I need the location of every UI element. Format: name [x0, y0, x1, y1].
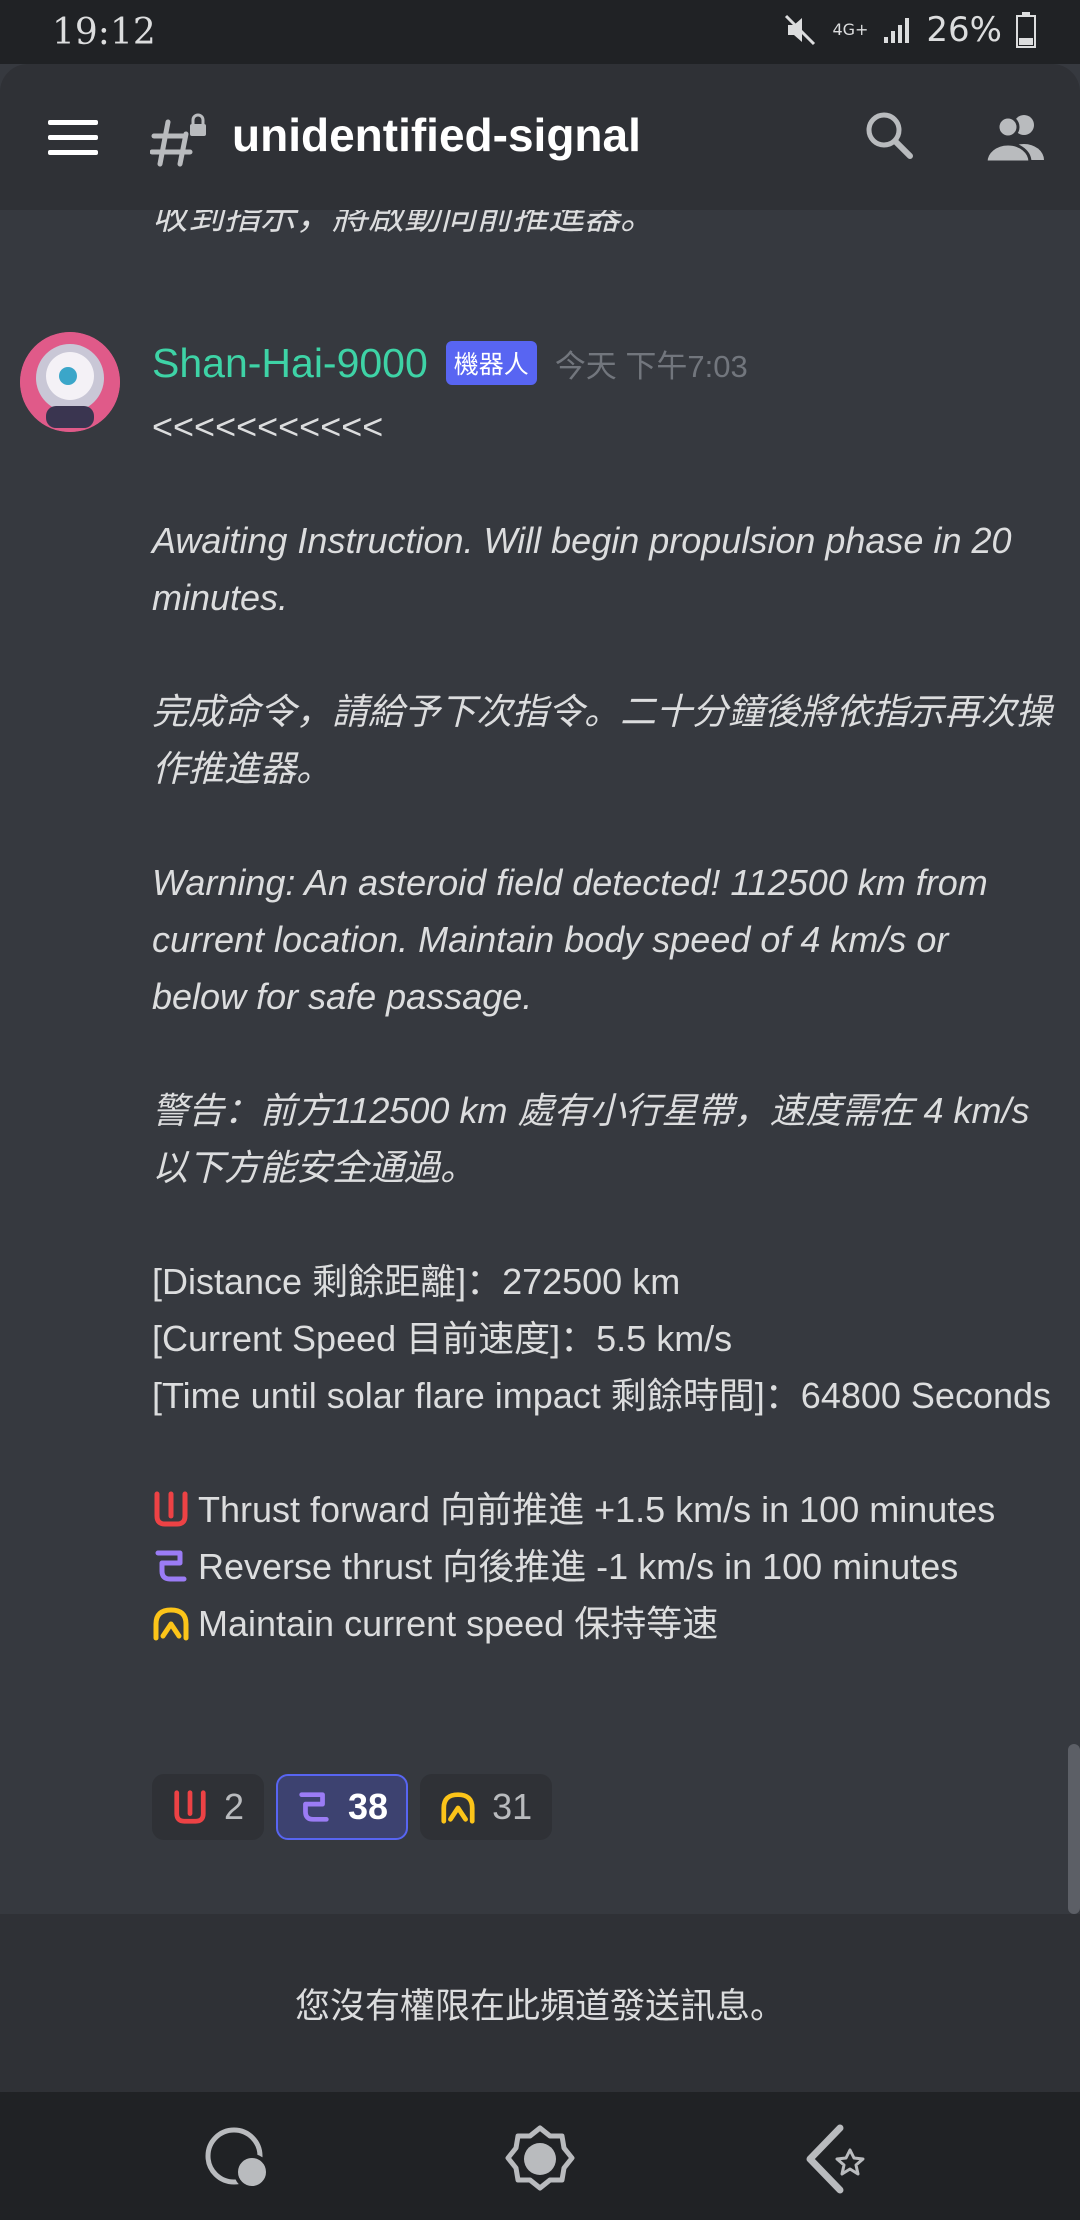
- signal-icon: [884, 18, 910, 43]
- system-nav-bar: [0, 2092, 1080, 2220]
- maintain-glyph-icon: [153, 1607, 189, 1641]
- scrollbar[interactable]: [1068, 1744, 1080, 1914]
- reaction-reverse[interactable]: 38: [276, 1774, 409, 1840]
- reverse-glyph-icon: [155, 1550, 187, 1582]
- previous-message-text: 收到指示，將啟動向前推進器。: [152, 210, 657, 237]
- members-icon[interactable]: [984, 110, 1046, 164]
- maintain-glyph-icon: [441, 1792, 475, 1824]
- back-icon[interactable]: [800, 2122, 880, 2196]
- channel-title: unidentified-signal: [232, 109, 641, 161]
- no-permission-bar: 您沒有權限在此頻道發送訊息。: [0, 1914, 1080, 2092]
- option-maintain: Maintain current speed 保持等速: [152, 1595, 1052, 1652]
- bot-avatar[interactable]: [20, 332, 120, 432]
- warning-english: Warning: An asteroid field detected! 112…: [152, 862, 988, 1017]
- astronaut-avatar-icon: [20, 332, 120, 432]
- forward-glyph-icon: [174, 1790, 206, 1824]
- option-forward: Thrust forward 向前推進 +1.5 km/s in 100 min…: [152, 1481, 1052, 1538]
- reverse-glyph-icon: [299, 1792, 329, 1822]
- message-content: <<<<<<<<<<< Awaiting Instruction. Will b…: [152, 398, 1052, 1652]
- reaction-bar: 2 38 31: [152, 1774, 553, 1840]
- author-name[interactable]: Shan-Hai-9000: [152, 340, 428, 387]
- reaction-count: 38: [348, 1786, 389, 1827]
- message-list[interactable]: 收到指示，將啟動向前推進器。 Shan-Hai-9000 機器人 今天 下午7:…: [0, 210, 1080, 1914]
- reaction-count: 31: [492, 1786, 533, 1827]
- network-type: 4G+: [832, 20, 869, 39]
- battery-icon: [1016, 12, 1036, 48]
- locked-channel-icon: [150, 113, 206, 167]
- menu-icon[interactable]: [48, 118, 98, 158]
- forward-glyph-icon: [154, 1491, 188, 1527]
- battery-percent: 26%: [926, 10, 1002, 50]
- message-arrows: <<<<<<<<<<<: [152, 406, 384, 447]
- reaction-maintain[interactable]: 31: [420, 1774, 553, 1840]
- channel-header: unidentified-signal: [0, 64, 1080, 210]
- no-permission-text: 您沒有權限在此頻道發送訊息。: [294, 1986, 785, 2026]
- status-time: 19:12: [52, 12, 156, 53]
- recent-apps-icon[interactable]: [200, 2122, 280, 2196]
- option-reverse-label: Reverse thrust 向後推進 -1 km/s in 100 minut…: [198, 1546, 959, 1587]
- search-icon[interactable]: [862, 108, 916, 162]
- time-left-line: [Time until solar flare impact 剩餘時間]：648…: [152, 1375, 1052, 1416]
- mute-icon: [785, 14, 816, 46]
- option-reverse: Reverse thrust 向後推進 -1 km/s in 100 minut…: [152, 1538, 1052, 1595]
- reaction-forward[interactable]: 2: [152, 1774, 265, 1840]
- message-timestamp: 今天 下午7:03: [554, 348, 748, 384]
- bot-tag: 機器人: [445, 341, 537, 385]
- status-icons: 4G+ 26%: [782, 10, 1036, 50]
- awaiting-english: Awaiting Instruction. Will begin propuls…: [152, 520, 1012, 618]
- status-bar: 19:12 4G+ 26%: [0, 0, 1080, 64]
- distance-line: [Distance 剩餘距離]：272500 km: [152, 1261, 681, 1302]
- home-icon[interactable]: [500, 2122, 580, 2196]
- option-forward-label: Thrust forward 向前推進 +1.5 km/s in 100 min…: [198, 1489, 996, 1530]
- message-header: Shan-Hai-9000 機器人 今天 下午7:03: [152, 336, 748, 390]
- awaiting-chinese: 完成命令，請給予下次指令。二十分鐘後將依指示再次操作推進器。: [152, 691, 1053, 789]
- speed-line: [Current Speed 目前速度]：5.5 km/s: [152, 1318, 733, 1359]
- reaction-count: 2: [224, 1786, 245, 1827]
- option-maintain-label: Maintain current speed 保持等速: [198, 1603, 719, 1644]
- warning-chinese: 警告：前方112500 km 處有小行星帶，速度需在 4 km/s 以下方能安全…: [152, 1090, 1030, 1188]
